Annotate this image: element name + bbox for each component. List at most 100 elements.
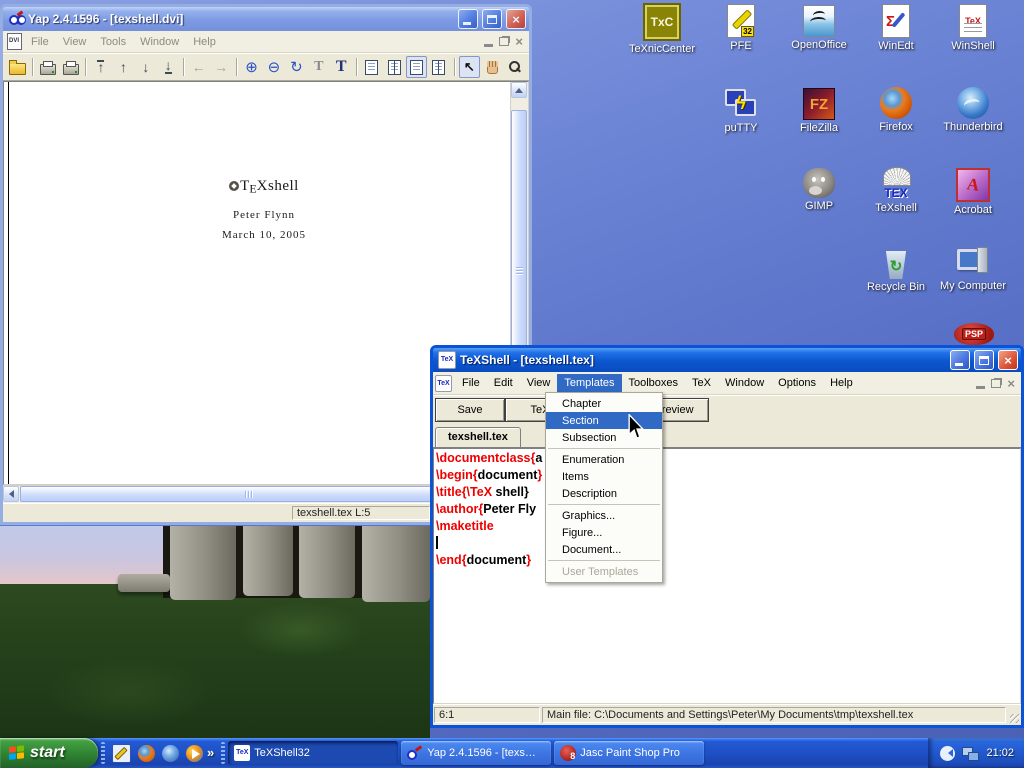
texshell-document-icon[interactable] — [435, 375, 452, 392]
mdi-restore-icon[interactable] — [499, 37, 509, 46]
desktop-icon-gimp[interactable]: GIMP — [775, 166, 863, 212]
taskbar-task-jasc-paint-shop-pro[interactable]: Jasc Paint Shop Pro — [554, 741, 704, 765]
desktop-icon-my-computer[interactable]: My Computer — [929, 246, 1017, 292]
templates-item-chapter[interactable]: Chapter — [546, 395, 662, 412]
select-tool-icon[interactable]: ↖ — [459, 56, 480, 78]
thunderbird-icon[interactable] — [162, 745, 179, 762]
texshell-editor[interactable]: \documentclass{a\begin{document}\title{\… — [433, 448, 1021, 704]
taskbar-handle[interactable] — [221, 742, 225, 764]
templates-item-enumeration[interactable]: Enumeration — [546, 451, 662, 468]
texshell-maximize-button[interactable] — [974, 350, 994, 370]
texshell-minimize-button[interactable] — [950, 350, 970, 370]
desktop-icon-texniccenter[interactable]: TxCTeXnicCenter — [618, 3, 706, 55]
psp-desktop-icon[interactable]: PSP — [954, 323, 994, 345]
texshell-menubar: FileEditViewTemplatesToolboxesTeXWindowO… — [433, 372, 1021, 395]
taskbar-task-texshell32[interactable]: TeXShell32 — [228, 741, 398, 765]
last-page-icon[interactable]: ↓ — [158, 56, 179, 78]
next-page-icon[interactable]: ↓ — [135, 56, 156, 78]
forward-icon[interactable]: → — [210, 56, 231, 78]
quick-launch-handle[interactable] — [101, 742, 105, 764]
desktop-icon-winshell[interactable]: TeXWinShell — [929, 3, 1017, 52]
prev-page-icon[interactable]: ↑ — [113, 56, 134, 78]
code-segment: \maketitle — [436, 519, 494, 533]
desktop-icon-recycle-bin[interactable]: ↻Recycle Bin — [852, 246, 940, 293]
save-button[interactable]: Save — [435, 398, 505, 422]
yap-titlebar[interactable]: Yap 2.4.1596 - [texshell.dvi] × — [3, 7, 529, 31]
texshell-titlebar[interactable]: TeXShell - [texshell.tex] × — [433, 348, 1021, 372]
hand-tool-icon[interactable] — [481, 56, 502, 78]
yap-minimize-button[interactable] — [458, 9, 478, 29]
texshell-menu-tex[interactable]: TeX — [685, 374, 718, 392]
tray-chevron-icon[interactable] — [940, 746, 955, 761]
dvi-document-icon[interactable] — [7, 33, 22, 50]
scrollbar-thumb[interactable] — [20, 486, 478, 502]
desktop-icon-winedt[interactable]: ΣWinEdt — [852, 3, 940, 52]
texshell-menu-window[interactable]: Window — [718, 374, 771, 392]
yap-menu-help[interactable]: Help — [186, 33, 223, 51]
show-desktop-icon[interactable] — [112, 744, 131, 763]
ruler-icon[interactable]: T — [308, 56, 329, 78]
tab-texshell-tex[interactable]: texshell.tex — [435, 427, 521, 447]
mdi-minimize-icon[interactable] — [484, 44, 493, 47]
open-icon[interactable] — [7, 56, 28, 78]
texshell-menu-help[interactable]: Help — [823, 374, 860, 392]
quick-launch-overflow-chevron[interactable]: » — [207, 745, 214, 760]
taskbar-clock[interactable]: 21:02 — [986, 747, 1014, 759]
desktop-icon-openoffice[interactable]: OpenOffice — [775, 3, 863, 51]
templates-item-figure[interactable]: Figure... — [546, 524, 662, 541]
continuous-facing-icon[interactable] — [428, 56, 449, 78]
yap-menu-file[interactable]: File — [24, 33, 56, 51]
texshell-menu-toolboxes[interactable]: Toolboxes — [622, 374, 686, 392]
editor-line: \maketitle — [436, 518, 1020, 535]
texshell-menu-file[interactable]: File — [455, 374, 487, 392]
resize-grip[interactable] — [1007, 705, 1021, 725]
desktop-icon-acrobat[interactable]: AAcrobat — [929, 166, 1017, 216]
firefox-icon[interactable] — [138, 745, 155, 762]
templates-item-graphics[interactable]: Graphics... — [546, 507, 662, 524]
continuous-icon[interactable] — [406, 56, 427, 78]
mdi-close-icon[interactable]: × — [1007, 377, 1015, 390]
yap-maximize-button[interactable] — [482, 9, 502, 29]
media-player-icon[interactable] — [186, 745, 203, 762]
zoom-out-icon[interactable]: ⊖ — [263, 56, 284, 78]
templates-item-description[interactable]: Description — [546, 485, 662, 502]
desktop-icon-thunderbird[interactable]: Thunderbird — [929, 86, 1017, 133]
start-button[interactable]: start — [0, 738, 98, 768]
next-page-icon-glyph: ↓ — [142, 59, 149, 75]
mdi-close-icon[interactable]: × — [515, 35, 523, 48]
print-icon[interactable] — [37, 56, 58, 78]
yap-close-button[interactable]: × — [506, 9, 526, 29]
desktop-icon-texshell[interactable]: TEXTeXshell — [852, 166, 940, 214]
editor-line: \end{document} — [436, 552, 1020, 569]
yap-menu-window[interactable]: Window — [133, 33, 186, 51]
yap-menu-view[interactable]: View — [56, 33, 94, 51]
taskbar-task-yap-2-4-1596-texs[interactable]: Yap 2.4.1596 - [texs… — [401, 741, 551, 765]
texshell-menu-view[interactable]: View — [520, 374, 558, 392]
magnifier-icon[interactable] — [503, 56, 524, 78]
zoom-in-icon[interactable]: ⊕ — [241, 56, 262, 78]
yap-menu-tools[interactable]: Tools — [93, 33, 133, 51]
templates-item-document[interactable]: Document... — [546, 541, 662, 558]
desktop-icon-firefox[interactable]: Firefox — [852, 86, 940, 133]
desktop-icon-putty[interactable]: ϟpuTTY — [697, 86, 785, 134]
back-icon[interactable]: ← — [188, 56, 209, 78]
texshell-menu-templates[interactable]: Templates — [557, 374, 621, 392]
facing-pages-icon[interactable] — [383, 56, 404, 78]
scrollbar-up-button[interactable] — [511, 82, 527, 98]
mdi-restore-icon[interactable] — [991, 379, 1001, 388]
print-preview-icon[interactable] — [60, 56, 81, 78]
desktop-icon-pfe[interactable]: 32PFE — [697, 3, 785, 52]
single-page-icon[interactable] — [361, 56, 382, 78]
templates-item-items[interactable]: Items — [546, 468, 662, 485]
text-icon[interactable]: T — [330, 56, 351, 78]
texshell-menu-options[interactable]: Options — [771, 374, 823, 392]
first-page-icon[interactable]: ↑ — [90, 56, 111, 78]
texshell-close-button[interactable]: × — [998, 350, 1018, 370]
texshell-menu-edit[interactable]: Edit — [487, 374, 520, 392]
scrollbar-left-button[interactable] — [3, 486, 19, 502]
desktop-icon-filezilla[interactable]: FZFileZilla — [775, 86, 863, 134]
desktop-icon-label: puTTY — [697, 122, 785, 134]
refresh-icon[interactable]: ↻ — [286, 56, 307, 78]
network-icon[interactable] — [962, 746, 979, 761]
mdi-minimize-icon[interactable] — [976, 386, 985, 389]
